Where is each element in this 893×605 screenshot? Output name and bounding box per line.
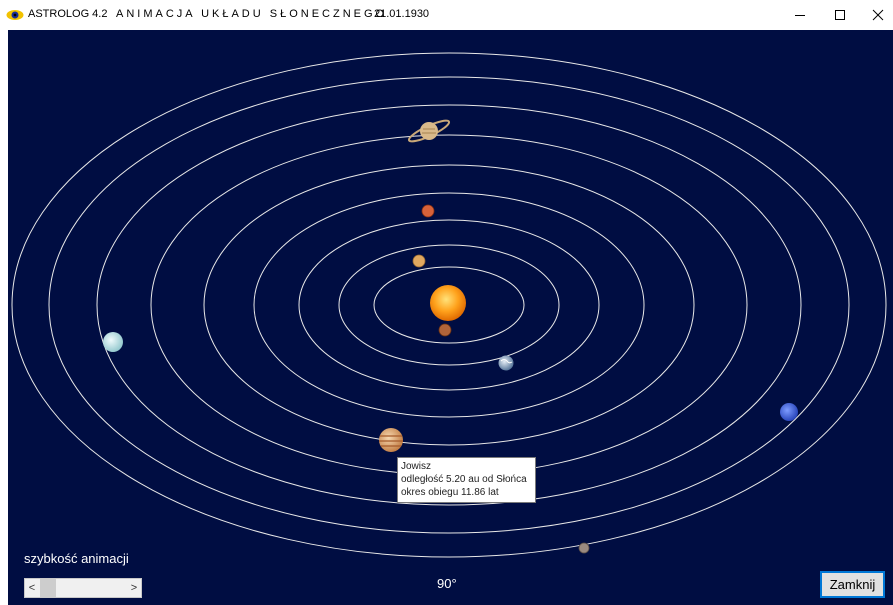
earth-icon[interactable] (498, 355, 514, 371)
close-button[interactable]: Zamknij (820, 571, 885, 598)
planet-tooltip: Jowisz odległość 5.20 au od Słońca okres… (397, 457, 536, 503)
app-window: ASTROLOG 4.2 ANIMACJA UKŁADU SŁONECZNEGO… (0, 0, 893, 605)
uranus-icon[interactable] (103, 332, 123, 352)
scroll-thumb[interactable] (40, 579, 56, 597)
tooltip-distance: odległość 5.20 au od Słońca (401, 474, 527, 485)
tooltip-planet-name: Jowisz (401, 461, 432, 472)
minimize-icon (795, 15, 805, 16)
animation-speed-scrollbar[interactable]: < > (24, 578, 142, 598)
app-name: ASTROLOG 4.2 (28, 8, 108, 20)
rotation-angle: 90° (437, 576, 457, 591)
window-title: ANIMACJA UKŁADU SŁONECZNEGO (116, 8, 388, 20)
solar-system-view (8, 30, 893, 605)
orbits-canvas (11, 52, 887, 558)
chart-date: 21.01.1930 (374, 8, 430, 20)
sun-icon[interactable] (430, 285, 466, 321)
scroll-left-arrow[interactable]: < (25, 579, 39, 597)
jupiter-icon[interactable] (379, 428, 403, 452)
mercury-icon[interactable] (438, 323, 452, 337)
animation-speed-label: szybkość animacji (24, 551, 129, 566)
tooltip-period: okres obiegu 11.86 lat (401, 487, 499, 498)
pluto-icon[interactable] (578, 542, 590, 554)
neptune-icon[interactable] (780, 403, 798, 421)
eye-icon (6, 10, 24, 20)
scroll-right-arrow[interactable]: > (127, 579, 141, 597)
maximize-icon (835, 10, 845, 20)
close-window-button[interactable] (855, 0, 893, 30)
saturn-icon[interactable] (407, 117, 451, 145)
close-icon (872, 9, 884, 21)
venus-icon[interactable] (412, 254, 426, 268)
mars-icon[interactable] (421, 204, 435, 218)
title-bar[interactable]: ASTROLOG 4.2 ANIMACJA UKŁADU SŁONECZNEGO… (0, 0, 893, 30)
